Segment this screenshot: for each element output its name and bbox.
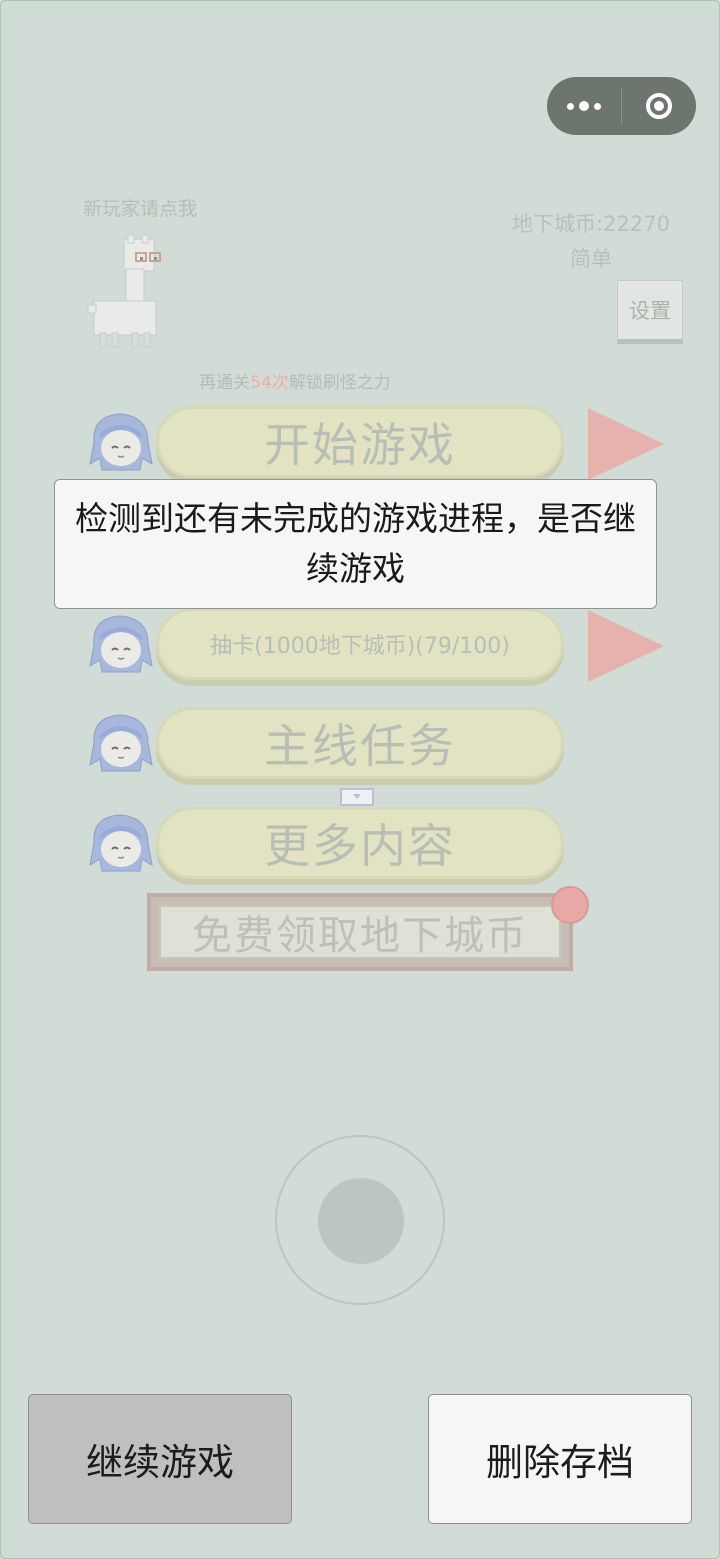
unlock-suffix: 解锁刷怪之力 — [288, 373, 391, 393]
virtual-joystick[interactable] — [275, 1135, 445, 1305]
delete-save-button[interactable]: 删除存档 — [428, 1394, 692, 1524]
character-avatar-icon — [89, 714, 153, 772]
main-quest-button[interactable]: 主线任务 — [156, 707, 564, 779]
dialog-message: 检测到还有未完成的游戏进程，是否继续游戏 — [75, 499, 636, 588]
unlock-prefix: 再通关 — [199, 373, 251, 393]
free-coins-button[interactable]: 免费领取地下城币 — [147, 893, 573, 971]
gift-icon[interactable] — [338, 784, 376, 808]
coins-display: 地下城币:22270 — [512, 212, 670, 236]
continue-game-button[interactable]: 继续游戏 — [28, 1394, 292, 1524]
draw-card-button[interactable]: 抽卡(1000地下城币)(79/100) — [156, 608, 564, 680]
settings-button[interactable]: 设置 — [617, 280, 683, 344]
difficulty-label: 简单 — [570, 247, 612, 271]
unlock-count: 54次 — [250, 373, 289, 393]
start-game-button[interactable]: 开始游戏 — [156, 406, 564, 478]
resume-game-dialog: 检测到还有未完成的游戏进程，是否继续游戏 — [54, 479, 657, 609]
more-dots-icon[interactable] — [547, 77, 621, 135]
close-target-icon[interactable] — [622, 77, 696, 135]
character-avatar-icon — [89, 413, 153, 471]
character-avatar-icon — [89, 814, 153, 872]
free-coins-label: 免费领取地下城币 — [159, 905, 561, 959]
joystick-knob[interactable] — [318, 1178, 404, 1264]
unlock-hint: 再通关54次解锁刷怪之力 — [160, 368, 430, 393]
capsule-menu — [547, 77, 696, 135]
main-quest-row: 主线任务 — [86, 707, 676, 791]
play-arrow-icon[interactable] — [586, 406, 666, 482]
character-avatar-icon — [89, 615, 153, 673]
alpaca-icon[interactable] — [84, 233, 174, 349]
new-player-hint[interactable]: 新玩家请点我 — [60, 194, 220, 221]
play-arrow-icon[interactable] — [586, 608, 666, 684]
draw-card-row: 抽卡(1000地下城币)(79/100) — [86, 608, 676, 692]
start-game-row: 开始游戏 — [86, 406, 676, 490]
notification-dot — [551, 886, 589, 924]
more-content-button[interactable]: 更多内容 — [156, 807, 564, 879]
more-content-row: 更多内容 — [86, 807, 676, 891]
